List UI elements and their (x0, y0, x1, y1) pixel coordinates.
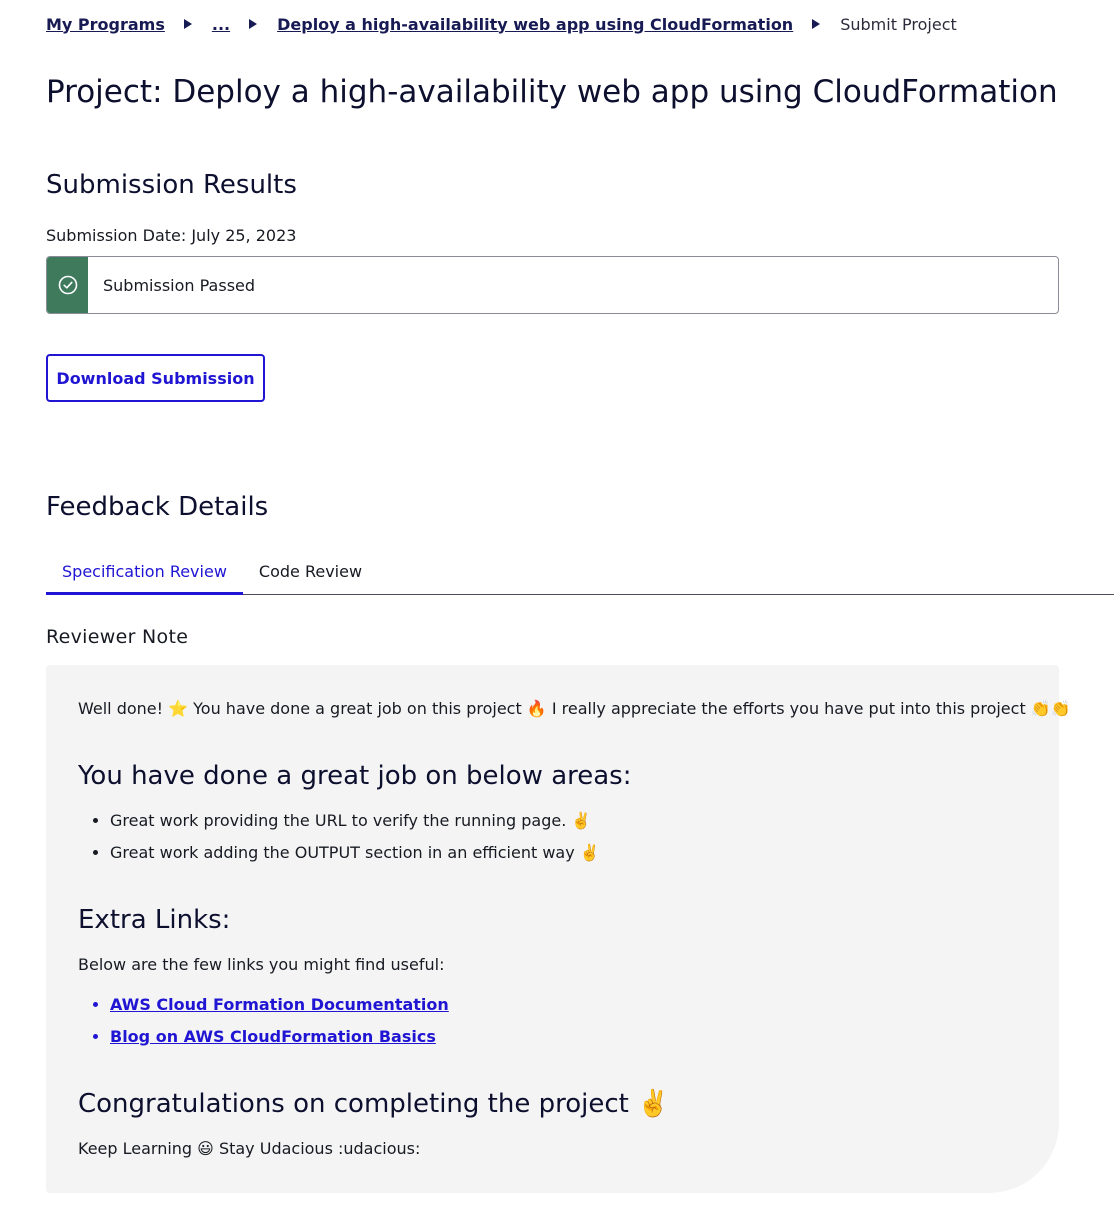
feedback-details-heading: Feedback Details (46, 492, 269, 522)
list-item: Great work adding the OUTPUT section in … (110, 837, 600, 869)
note-congrats-heading: Congratulations on completing the projec… (78, 1089, 670, 1119)
submission-date: Submission Date: July 25, 2023 (46, 226, 297, 245)
download-submission-button[interactable]: Download Submission (46, 354, 265, 402)
check-circle-icon (58, 275, 78, 295)
submission-results-heading: Submission Results (46, 170, 297, 200)
submission-status-banner: Submission Passed (46, 256, 1059, 314)
note-areas-heading: You have done a great job on below areas… (78, 761, 632, 791)
feedback-tabs: Specification Review Code Review (46, 548, 1114, 595)
breadcrumb-project[interactable]: Deploy a high-availability web app using… (277, 15, 793, 34)
status-text: Submission Passed (103, 275, 256, 295)
note-closing: Keep Learning 😃 Stay Udacious :udacious: (78, 1139, 421, 1158)
links-list: AWS Cloud Formation Documentation Blog o… (110, 989, 449, 1053)
note-intro: Well done! ⭐ You have done a great job o… (78, 699, 1071, 718)
list-item: AWS Cloud Formation Documentation (110, 989, 449, 1021)
tab-specification-review[interactable]: Specification Review (46, 548, 243, 595)
tab-code-review[interactable]: Code Review (243, 548, 378, 594)
reviewer-note: Well done! ⭐ You have done a great job o… (46, 665, 1071, 1193)
breadcrumb-my-programs[interactable]: My Programs (46, 15, 165, 34)
note-links-intro: Below are the few links you might find u… (78, 955, 445, 974)
page-title: Project: Deploy a high-availability web … (46, 74, 1058, 110)
breadcrumb-arrow-icon (183, 19, 192, 29)
status-indicator (47, 257, 88, 313)
list-item: Great work providing the URL to verify t… (110, 805, 600, 837)
breadcrumb-arrow-icon (812, 19, 821, 29)
list-item: Blog on AWS CloudFormation Basics (110, 1021, 449, 1053)
link-cloudformation-basics-blog[interactable]: Blog on AWS CloudFormation Basics (110, 1027, 436, 1046)
breadcrumb-current: Submit Project (840, 14, 957, 34)
areas-list: Great work providing the URL to verify t… (110, 805, 600, 869)
link-aws-cloudformation-docs[interactable]: AWS Cloud Formation Documentation (110, 995, 449, 1014)
breadcrumb-arrow-icon (249, 19, 258, 29)
note-links-heading: Extra Links: (78, 905, 231, 935)
breadcrumb: My Programs ... Deploy a high-availabili… (46, 12, 957, 36)
breadcrumb-ellipsis[interactable]: ... (212, 15, 230, 34)
reviewer-note-label: Reviewer Note (46, 626, 189, 648)
